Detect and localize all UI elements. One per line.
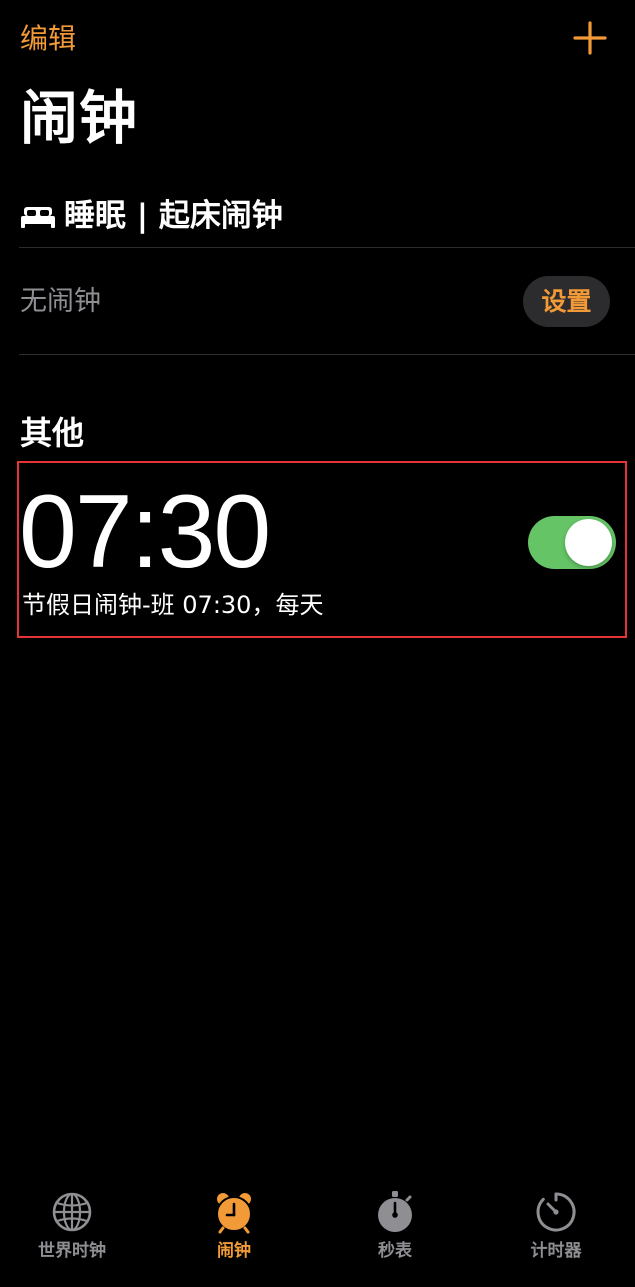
alarm-clock-icon [216,1193,252,1234]
sleep-setup-button[interactable]: 设置 [523,276,610,327]
alarm-row[interactable]: 07:30 节假日闹钟-班 07:30，每天 [17,461,627,638]
tab-alarm[interactable]: 闹钟 [155,1190,313,1272]
add-alarm-button[interactable] [570,18,610,58]
alarm-time: 07:30 [19,474,271,590]
tab-label: 计时器 [530,1241,582,1261]
tab-world-clock[interactable]: 世界时钟 [0,1190,151,1272]
sleep-section-header: 睡眠 | 起床闹钟 [20,194,283,238]
alarm-label: 节假日闹钟-班 07:30，每天 [22,591,324,619]
stopwatch-icon [378,1191,412,1232]
timer-icon [536,1192,576,1232]
tab-label: 世界时钟 [38,1241,106,1261]
navigation-bar: 编辑 [0,0,635,80]
other-section-title: 其他 [20,414,85,452]
tab-timer[interactable]: 计时器 [477,1190,635,1272]
divider [19,354,635,355]
globe-icon [52,1192,92,1232]
sleep-title: 睡眠 | 起床闹钟 [64,198,283,234]
edit-button[interactable]: 编辑 [20,20,76,58]
divider [19,247,635,248]
page-title: 闹钟 [20,84,139,152]
bed-icon [21,207,55,228]
no-alarm-text: 无闹钟 [20,286,101,317]
alarm-toggle[interactable] [528,516,616,569]
tab-bar: 世界时钟 闹钟 秒表 计时器 [0,1180,635,1287]
toggle-knob [565,519,612,566]
tab-label: 闹钟 [217,1241,251,1261]
plus-icon [573,21,607,55]
tab-stopwatch[interactable]: 秒表 [316,1190,474,1272]
tab-label: 秒表 [378,1241,412,1261]
